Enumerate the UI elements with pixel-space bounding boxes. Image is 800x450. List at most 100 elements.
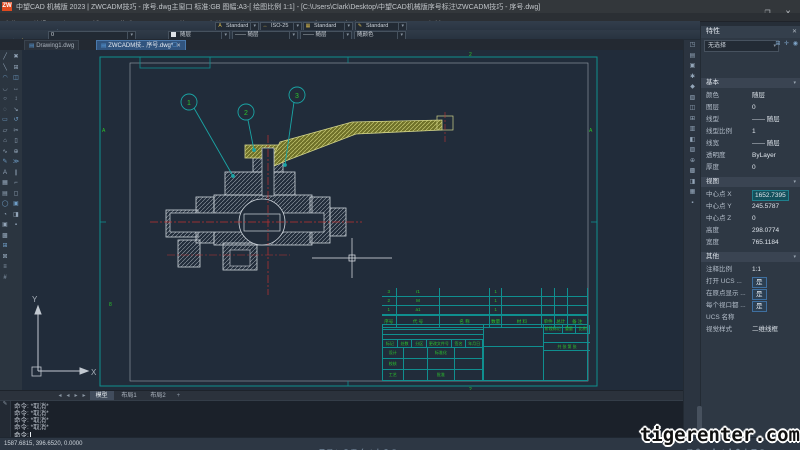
right-tool-icon[interactable]: ▪ [684, 198, 701, 209]
modify-tool-icon[interactable]: ⊞ [11, 63, 21, 74]
section-view[interactable]: 视图 ▾ [701, 177, 800, 187]
right-tool-icon[interactable]: ▥ [684, 124, 701, 135]
modify-tool-icon[interactable]: ✖ [11, 52, 21, 63]
section-basic[interactable]: 基本 ▾ [701, 78, 800, 88]
modify-tool-icon[interactable]: ↘ [11, 105, 21, 116]
draw-tool-icon[interactable]: ╱ [0, 52, 10, 63]
right-tool-icon[interactable]: ◫ [684, 103, 701, 114]
modify-tool-icon[interactable]: ≫ [11, 157, 21, 168]
draw-tool-icon[interactable]: ▩ [0, 231, 10, 242]
modify-tool-icon[interactable]: ∥ [11, 168, 21, 179]
draw-tool-icon[interactable]: ∿ [0, 147, 10, 158]
modify-tool-icon[interactable]: ◨ [11, 210, 21, 221]
close-panel-icon[interactable]: ✕ [792, 26, 797, 38]
modify-tool-icon[interactable]: ⌐ [11, 178, 21, 189]
selection-filter-combo[interactable]: 无选择 ▾ [704, 40, 779, 52]
property-row[interactable]: 线宽 —— 随层 [701, 138, 800, 150]
property-row[interactable]: 注释比例 1:1 [701, 264, 800, 276]
property-row[interactable]: 线型 —— 随层 [701, 114, 800, 126]
title-block-revision-area: 标记 处数 分区 更改文件号 签名 年月日 设计 标准化 校核 工艺 批准 [383, 325, 483, 381]
right-tool-icon[interactable]: ◨ [684, 177, 701, 188]
chevron-down-icon[interactable]: ▾ [793, 78, 800, 88]
property-row[interactable]: 高度 298.0774 [701, 225, 800, 237]
property-row[interactable]: 颜色 随层 [701, 90, 800, 102]
right-tool-icon[interactable]: ◳ [684, 40, 701, 51]
chevron-down-icon[interactable]: ▾ [793, 177, 800, 187]
draw-tool-icon[interactable]: ⌂ [0, 136, 10, 147]
modify-tool-icon[interactable]: ▪ [11, 220, 21, 231]
command-window[interactable]: ✎ 命令: *取消* 命令: *取消* 命令: *取消* 命令: *取消* 命令: [0, 400, 683, 439]
draw-tool-icon[interactable]: ◡ [0, 84, 10, 95]
doc-close-button[interactable]: ✕ [669, 50, 678, 51]
property-row[interactable]: 透明度 ByLayer [701, 150, 800, 162]
draw-tool-icon[interactable]: ⊞ [0, 241, 10, 252]
property-row[interactable]: UCS 名称 [701, 312, 800, 324]
draw-tool-icon[interactable]: ▣ [0, 220, 10, 231]
doc-restore-button[interactable]: ❐ [660, 50, 669, 51]
right-tool-icon[interactable]: ◆ [684, 82, 701, 93]
chevron-down-icon[interactable]: ▾ [127, 32, 135, 39]
modify-tool-icon[interactable]: ▣ [11, 199, 21, 210]
draw-tool-icon[interactable]: # [0, 273, 10, 284]
draw-tool-icon[interactable]: ╲ [0, 63, 10, 74]
property-row[interactable]: 中心点 Y 245.5787 [701, 201, 800, 213]
property-row[interactable]: 中心点 Z 0 [701, 213, 800, 225]
draw-tool-icon[interactable]: ⊠ [0, 252, 10, 263]
modify-tool-icon[interactable]: ✂ [11, 126, 21, 137]
draw-tool-icon[interactable]: ▭ [0, 115, 10, 126]
properties-header: 特性 ✕ [701, 26, 800, 38]
modify-tool-icon[interactable]: ⊕ [11, 147, 21, 158]
property-row[interactable]: 中心点 X 1652.7395 [701, 189, 800, 201]
right-tool-icon[interactable]: ⊞ [684, 114, 701, 125]
selection-tools-icons[interactable]: ⊞ ✛ ◉ [775, 40, 799, 47]
property-row[interactable]: 宽度 765.1184 [701, 237, 800, 249]
chevron-down-icon[interactable]: ▾ [343, 32, 351, 39]
chevron-down-icon[interactable]: ▾ [293, 23, 301, 30]
modify-tool-icon[interactable]: ◫ [11, 73, 21, 84]
doc-minimize-button[interactable]: — [650, 50, 660, 51]
modify-tool-icon[interactable]: ↔ [11, 84, 21, 95]
right-tool-icon[interactable]: ✱ [684, 72, 701, 83]
chevron-down-icon[interactable]: ▾ [344, 23, 352, 30]
draw-tool-icon[interactable]: ▱ [0, 126, 10, 137]
chevron-down-icon[interactable]: ▾ [398, 23, 406, 30]
property-row[interactable]: 在原点显示 ... 是 [701, 288, 800, 300]
draw-tool-icon[interactable]: ◔ [0, 210, 10, 221]
draw-tool-icon[interactable]: ▦ [0, 178, 10, 189]
property-row[interactable]: 厚度 0 [701, 162, 800, 174]
property-row[interactable]: 图层 0 [701, 102, 800, 114]
property-label: 中心点 Z [706, 215, 732, 222]
right-tool-icon[interactable]: ▣ [684, 61, 701, 72]
chevron-down-icon[interactable]: ▾ [397, 32, 405, 39]
right-tool-icon[interactable]: ▤ [684, 51, 701, 62]
draw-tool-icon[interactable]: ○ [0, 94, 10, 105]
chevron-down-icon[interactable]: ▾ [221, 32, 229, 39]
property-row[interactable]: 每个视口都 ... 是 [701, 300, 800, 312]
draw-tool-icon[interactable]: A [0, 168, 10, 179]
property-row[interactable]: 打开 UCS ... 是 [701, 276, 800, 288]
property-row[interactable]: 线型比例 1 [701, 126, 800, 138]
section-other[interactable]: 其他 ▾ [701, 252, 800, 262]
modify-tool-icon[interactable]: ↕ [11, 94, 21, 105]
right-tool-icon[interactable]: ▨ [684, 145, 701, 156]
right-tool-icon[interactable]: ◧ [684, 135, 701, 146]
chevron-down-icon[interactable]: ▾ [250, 23, 258, 30]
chevron-down-icon[interactable]: ▾ [793, 252, 800, 262]
modify-tool-icon[interactable]: ◻ [11, 189, 21, 200]
right-tool-icon[interactable]: ▧ [684, 93, 701, 104]
draw-tool-icon[interactable]: ◯ [0, 199, 10, 210]
drawing-canvas[interactable]: 2 2 A A 8 1 2 3 X Y 3 r1 1 2 M 1 1 a1 1 … [22, 50, 683, 390]
draw-tool-icon[interactable]: ▤ [0, 189, 10, 200]
draw-tool-icon[interactable]: ≡ [0, 262, 10, 273]
draw-tool-icon[interactable]: ✎ [0, 157, 10, 168]
new-document-icon[interactable]: ▢ [172, 41, 178, 48]
modify-tool-icon[interactable]: ▯ [11, 136, 21, 147]
draw-tool-icon[interactable]: ◌ [0, 105, 10, 116]
draw-tool-icon[interactable]: ◠ [0, 73, 10, 84]
right-tool-icon[interactable]: ▦ [684, 187, 701, 198]
right-tool-icon[interactable]: ⊕ [684, 156, 701, 167]
right-tool-icon[interactable]: ▩ [684, 166, 701, 177]
property-row[interactable]: 视觉样式 二维线框 [701, 324, 800, 336]
chevron-down-icon[interactable]: ▾ [289, 32, 297, 39]
modify-tool-icon[interactable]: ↺ [11, 115, 21, 126]
